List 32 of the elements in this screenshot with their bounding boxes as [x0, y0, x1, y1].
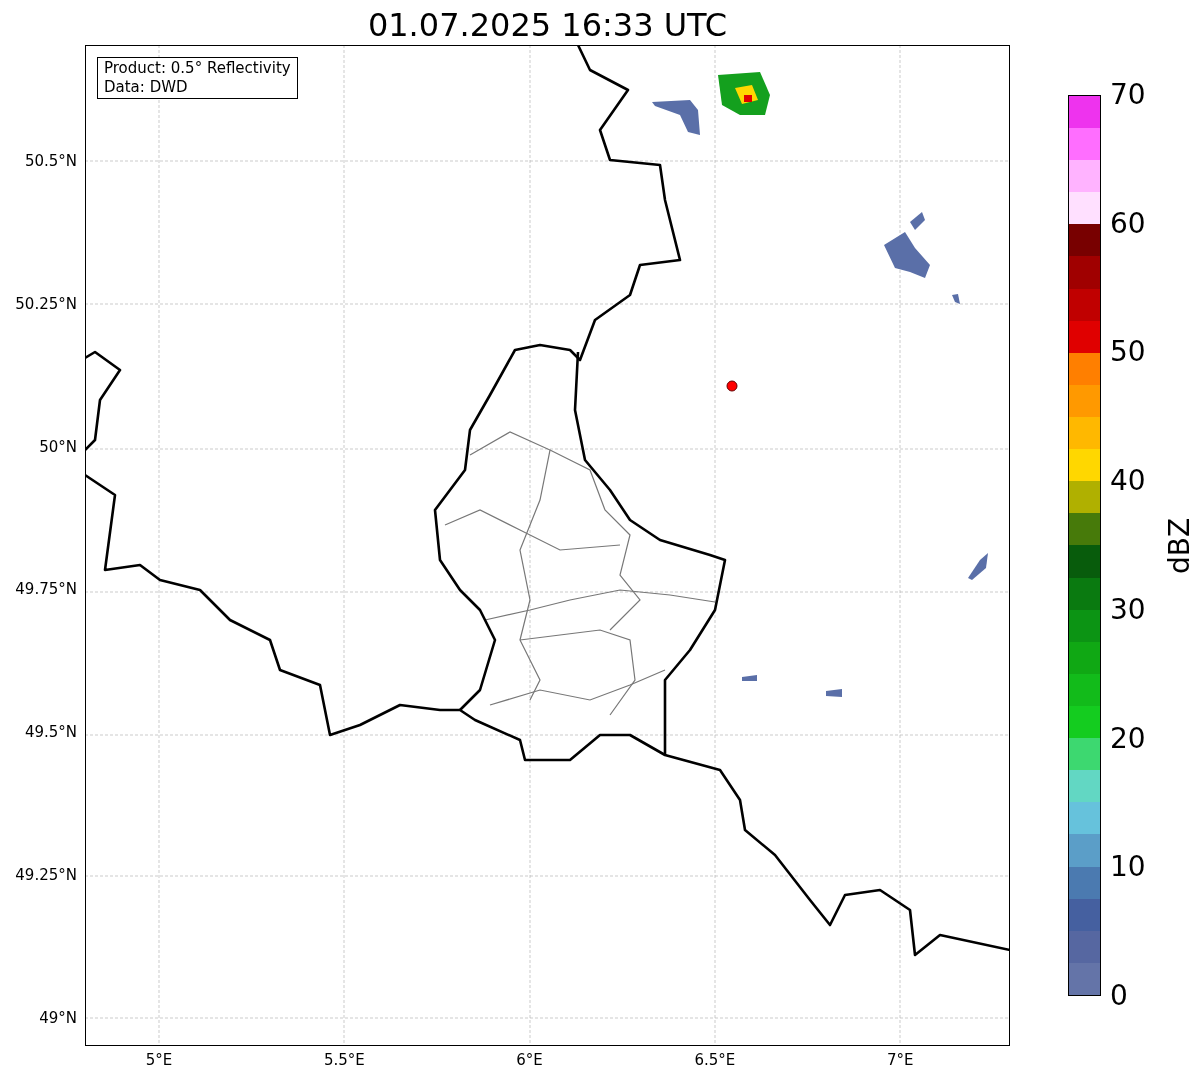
- colorbar-tick-label: 0: [1110, 980, 1128, 1012]
- chart-title: 01.07.2025 16:33 UTC: [367, 5, 728, 45]
- radar-echo: [910, 212, 925, 230]
- latitude-label: 49.75°N: [15, 580, 77, 599]
- radar-echo: [952, 294, 960, 304]
- colorbar-tick-label: 60: [1110, 207, 1146, 240]
- longitude-label: 6.5°E: [693, 1051, 737, 1069]
- radar-echo: [742, 675, 757, 681]
- info-text: Data: DWD: [104, 78, 189, 97]
- longitude-label: 5.5°E: [322, 1051, 366, 1069]
- colorbar-tick-label: 20: [1110, 722, 1146, 755]
- colorbar-tick-label: 10: [1110, 851, 1146, 884]
- latitude-label: 49.25°N: [15, 866, 77, 884]
- longitude-label: 7°E: [885, 1051, 915, 1069]
- latitude-label: 49°N: [39, 1008, 77, 1027]
- latitude-label: 50°N: [39, 437, 77, 456]
- longitude-label: 5°E: [144, 1051, 174, 1069]
- colorbar-label: dBZ: [1164, 517, 1196, 575]
- longitude-label: 6°E: [515, 1051, 544, 1069]
- radar-echo: [884, 232, 930, 278]
- radar-echo: [968, 553, 988, 580]
- latitude-label: 50.5°N: [24, 152, 77, 170]
- info-text: Product: 0.5° Reflectivity: [104, 59, 291, 78]
- latitude-label: 49.5°N: [24, 723, 77, 742]
- radar-echo: [826, 689, 842, 697]
- colorbar-tick-label: 40: [1110, 465, 1146, 498]
- location-marker: [726, 380, 738, 392]
- colorbar-tick-label: 50: [1110, 336, 1146, 369]
- colorbar-tick-label: 30: [1110, 593, 1146, 626]
- latitude-label: 50.25°N: [15, 294, 77, 313]
- colorbar-tick-label: 70: [1110, 79, 1146, 111]
- radar-echo: [652, 100, 700, 135]
